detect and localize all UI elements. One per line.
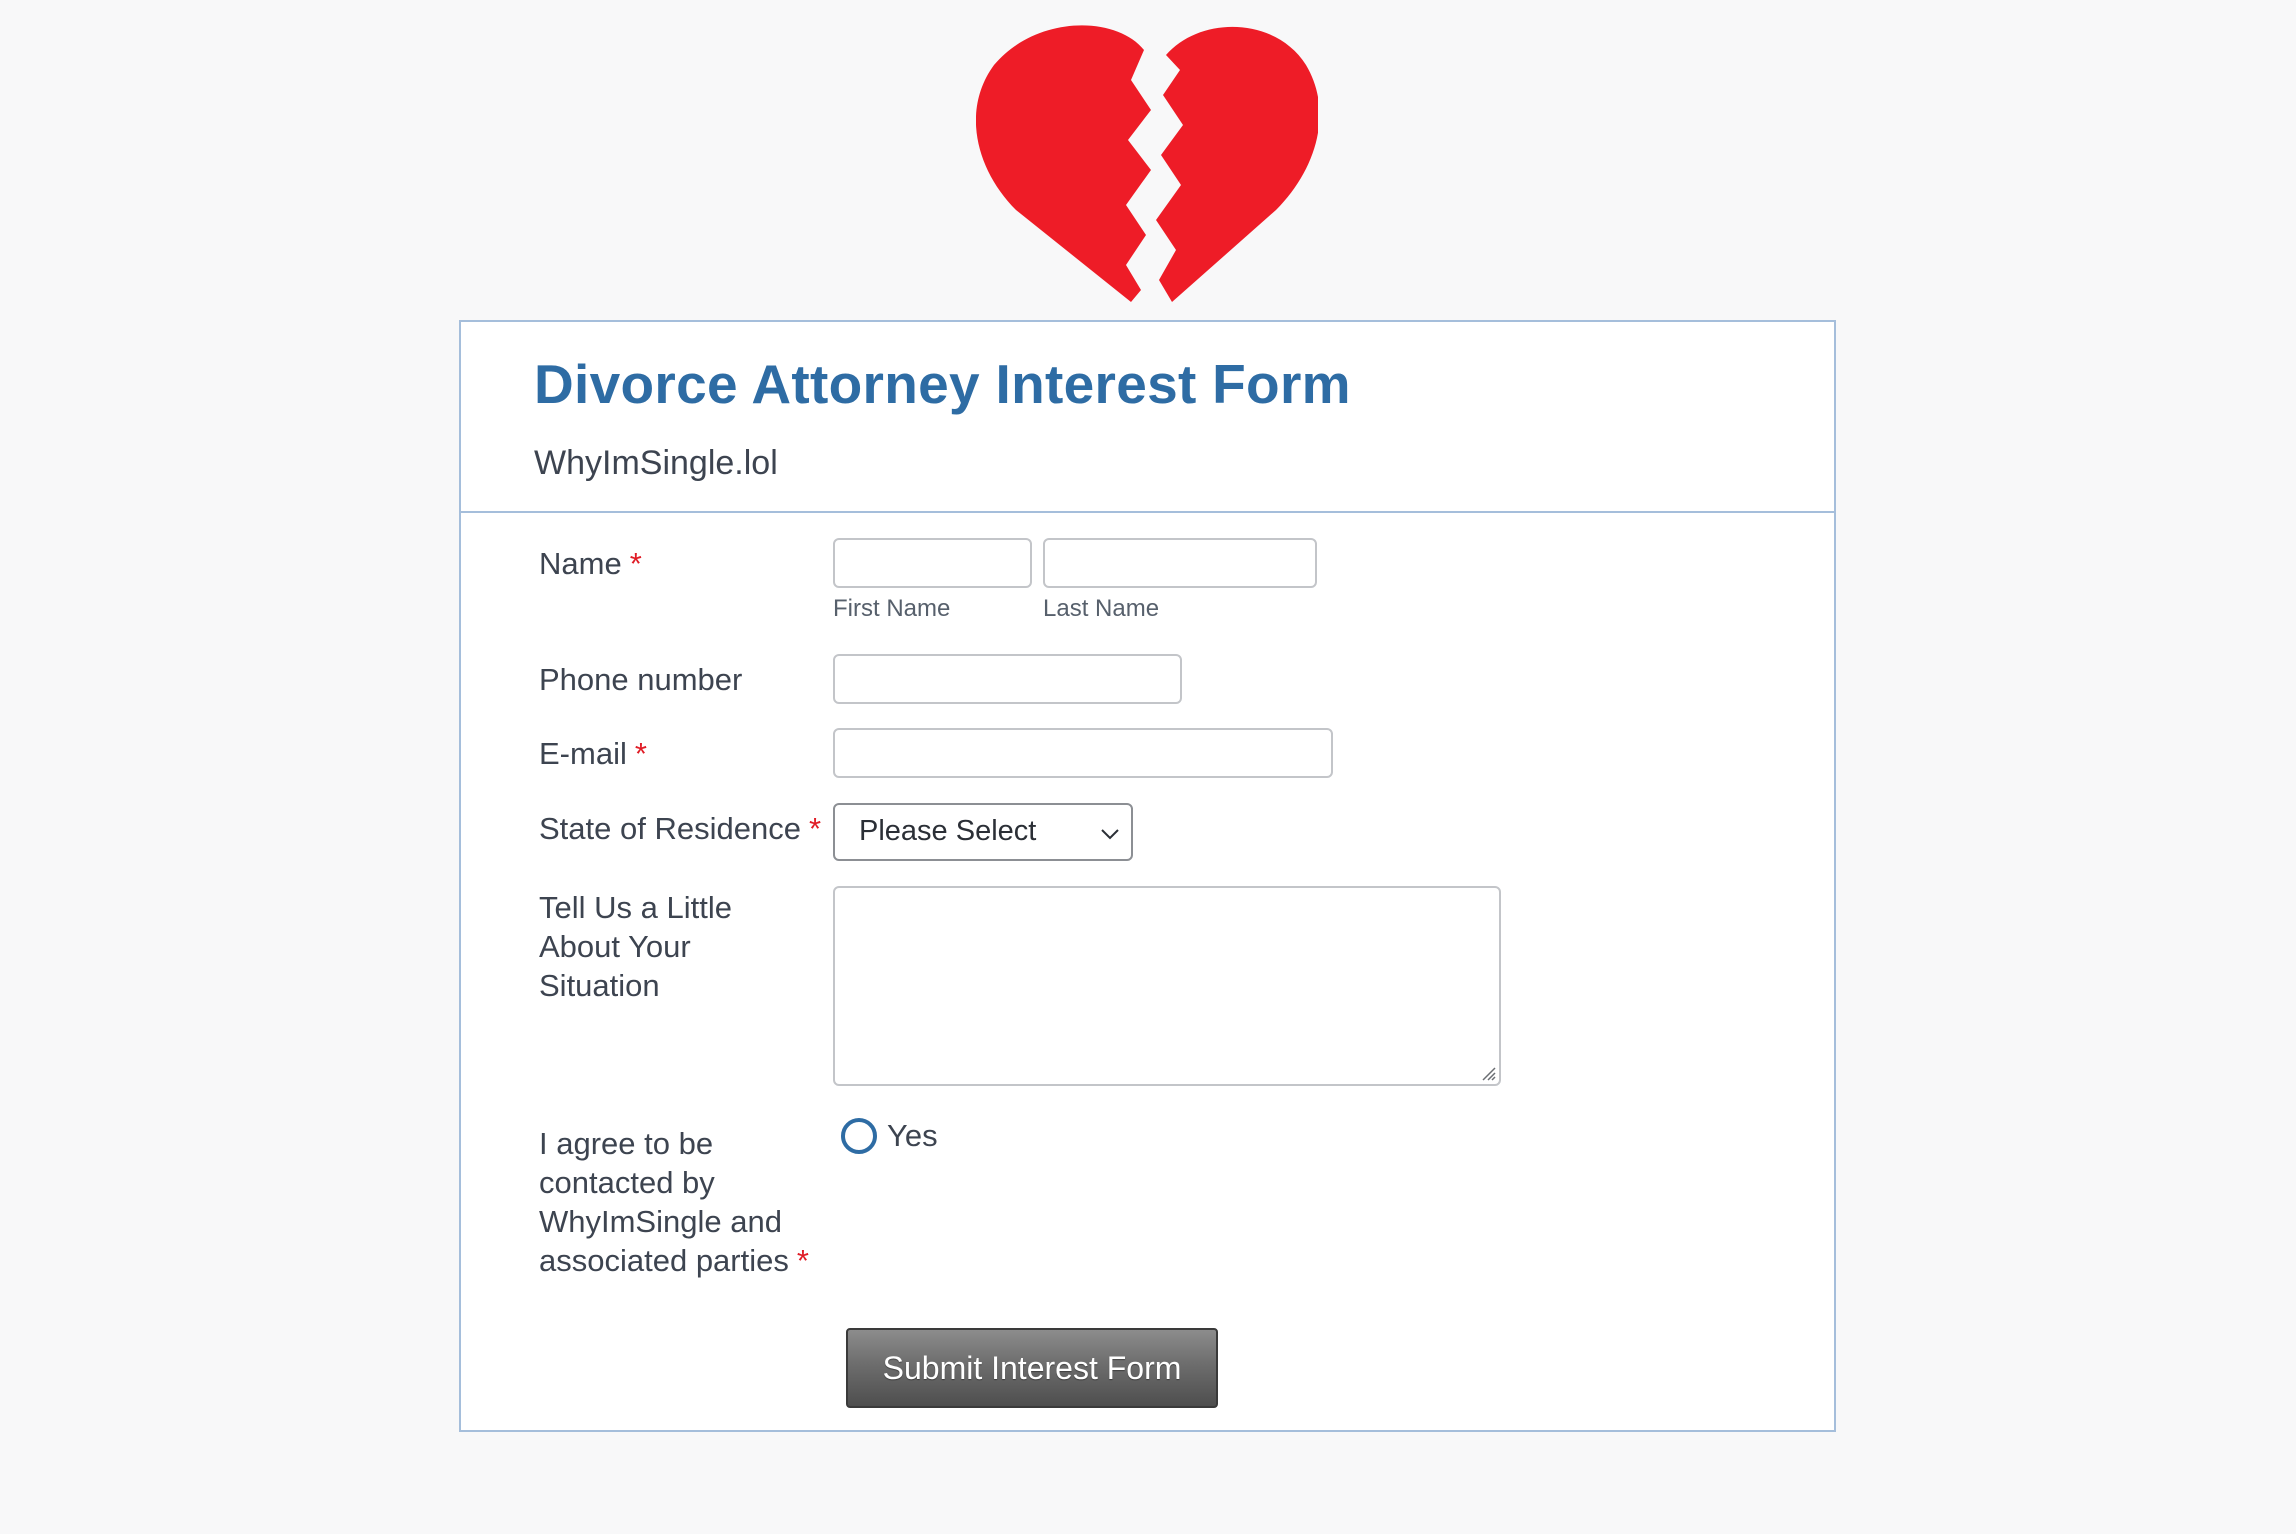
- consent-label-line: WhyImSingle and: [539, 1204, 782, 1239]
- name-label-text: Name: [539, 546, 622, 581]
- phone-input[interactable]: [833, 654, 1182, 704]
- interest-form: Divorce Attorney Interest Form WhyImSing…: [459, 320, 1836, 1432]
- first-name-input[interactable]: [833, 538, 1032, 588]
- state-select[interactable]: Please Select: [833, 803, 1133, 861]
- state-label: State of Residence *: [539, 809, 821, 848]
- situation-textarea[interactable]: [833, 886, 1501, 1086]
- first-name-sublabel: First Name: [833, 595, 951, 622]
- situation-label-line: About Your: [539, 929, 691, 964]
- form-header: Divorce Attorney Interest Form WhyImSing…: [461, 322, 1834, 513]
- phone-label-text: Phone number: [539, 662, 743, 697]
- required-marker: *: [629, 546, 642, 581]
- required-marker: *: [796, 1243, 809, 1278]
- resize-grip-icon[interactable]: [1480, 1065, 1496, 1081]
- consent-yes-label[interactable]: Yes: [887, 1116, 938, 1156]
- email-input[interactable]: [833, 728, 1333, 778]
- consent-label-line: I agree to be: [539, 1126, 714, 1161]
- name-label: Name *: [539, 544, 642, 583]
- email-label: E-mail *: [539, 734, 647, 773]
- submit-button[interactable]: Submit Interest Form: [846, 1328, 1218, 1408]
- required-marker: *: [808, 811, 822, 846]
- chevron-down-icon: [1101, 829, 1119, 840]
- situation-label-line: Situation: [539, 968, 660, 1003]
- phone-label: Phone number: [539, 660, 742, 699]
- email-label-text: E-mail: [539, 736, 627, 771]
- situation-label: Tell Us a Little About Your Situation: [539, 888, 732, 1005]
- required-marker: *: [634, 736, 647, 771]
- page: Divorce Attorney Interest Form WhyImSing…: [0, 0, 2296, 1534]
- consent-label-line: contacted by: [539, 1165, 715, 1200]
- consent-yes-radio[interactable]: [841, 1118, 877, 1154]
- consent-label-line: associated parties *: [539, 1241, 809, 1280]
- state-select-value: Please Select: [859, 815, 1037, 847]
- last-name-input[interactable]: [1043, 538, 1317, 588]
- consent-label-text: associated parties: [539, 1243, 789, 1278]
- form-subtitle: WhyImSingle.lol: [534, 444, 778, 482]
- situation-label-line: Tell Us a Little: [539, 890, 732, 925]
- consent-label: I agree to be contacted by WhyImSingle a…: [539, 1124, 809, 1280]
- state-label-text: State of Residence: [539, 811, 801, 846]
- page-title: Divorce Attorney Interest Form: [534, 353, 1351, 415]
- last-name-sublabel: Last Name: [1043, 595, 1160, 622]
- broken-heart-icon: [976, 20, 1318, 302]
